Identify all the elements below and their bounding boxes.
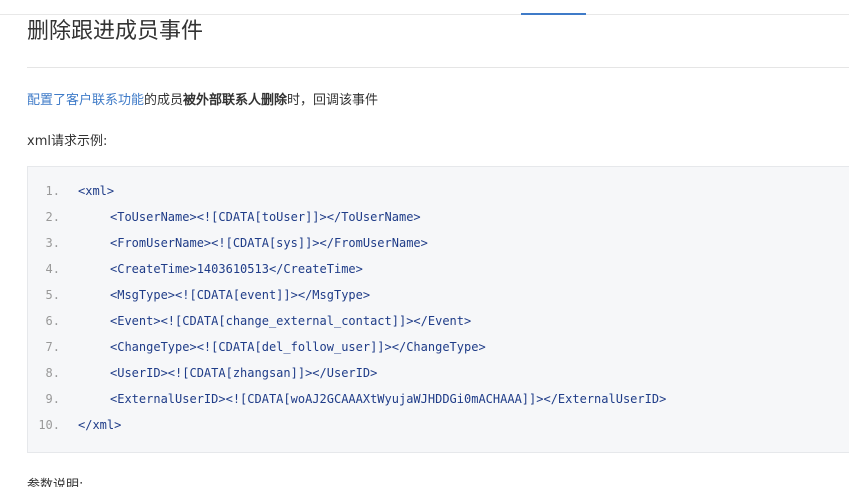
line-number: 9. bbox=[45, 392, 60, 406]
code-text: <UserID><![CDATA[zhangsan]]></UserID> bbox=[110, 366, 378, 380]
code-line: 1. <xml> bbox=[28, 178, 849, 204]
desc-text-1: 的成员 bbox=[144, 93, 184, 108]
code-block: 1. <xml> 2. <ToUserName><![CDATA[toUser]… bbox=[27, 166, 849, 453]
active-tab-indicator bbox=[521, 13, 586, 15]
code-text: <FromUserName><![CDATA[sys]]></FromUserN… bbox=[110, 236, 428, 250]
title-divider bbox=[27, 67, 849, 68]
code-line: 5. <MsgType><![CDATA[event]]></MsgType> bbox=[28, 282, 849, 308]
desc-text-2: 时，回调该事件 bbox=[287, 93, 379, 108]
code-line: 4. <CreateTime>1403610513</CreateTime> bbox=[28, 256, 849, 282]
page-title: 删除跟进成员事件 bbox=[27, 19, 204, 44]
line-number: 1. bbox=[45, 184, 60, 198]
code-line: 9. <ExternalUserID><![CDATA[woAJ2GCAAAXt… bbox=[28, 386, 849, 412]
doc-page: 删除跟进成员事件 配置了客户联系功能的成员被外部联系人删除时，回调该事件 xml… bbox=[0, 0, 849, 487]
code-text: <xml> bbox=[78, 184, 115, 198]
code-text: <CreateTime>1403610513</CreateTime> bbox=[110, 262, 363, 276]
desc-bold: 被外部联系人删除 bbox=[183, 93, 288, 108]
code-text: <Event><![CDATA[change_external_contact]… bbox=[110, 314, 472, 328]
line-number: 7. bbox=[45, 340, 60, 354]
params-label: 参数说明: bbox=[27, 478, 84, 487]
line-number: 6. bbox=[45, 314, 60, 328]
code-line: 10. </xml> bbox=[28, 412, 849, 438]
code-line: 6. <Event><![CDATA[change_external_conta… bbox=[28, 308, 849, 334]
code-line: 7. <ChangeType><![CDATA[del_follow_user]… bbox=[28, 334, 849, 360]
code-text: <ChangeType><![CDATA[del_follow_user]]><… bbox=[110, 340, 486, 354]
code-text: <ToUserName><![CDATA[toUser]]></ToUserNa… bbox=[110, 210, 421, 224]
top-border bbox=[0, 14, 849, 15]
code-line: 2. <ToUserName><![CDATA[toUser]]></ToUse… bbox=[28, 204, 849, 230]
xml-example-label: xml请求示例: bbox=[27, 134, 108, 149]
line-number: 10. bbox=[38, 418, 60, 432]
line-number: 2. bbox=[45, 210, 60, 224]
code-text: </xml> bbox=[78, 418, 122, 432]
code-text: <MsgType><![CDATA[event]]></MsgType> bbox=[110, 288, 371, 302]
line-number: 3. bbox=[45, 236, 60, 250]
line-number: 8. bbox=[45, 366, 60, 380]
customer-contact-link[interactable]: 配置了客户联系功能 bbox=[27, 93, 144, 108]
line-number: 4. bbox=[45, 262, 60, 276]
code-line: 3. <FromUserName><![CDATA[sys]]></FromUs… bbox=[28, 230, 849, 256]
line-number: 5. bbox=[45, 288, 60, 302]
code-line: 8. <UserID><![CDATA[zhangsan]]></UserID> bbox=[28, 360, 849, 386]
description: 配置了客户联系功能的成员被外部联系人删除时，回调该事件 bbox=[27, 91, 378, 111]
code-text: <ExternalUserID><![CDATA[woAJ2GCAAAXtWyu… bbox=[110, 392, 667, 406]
